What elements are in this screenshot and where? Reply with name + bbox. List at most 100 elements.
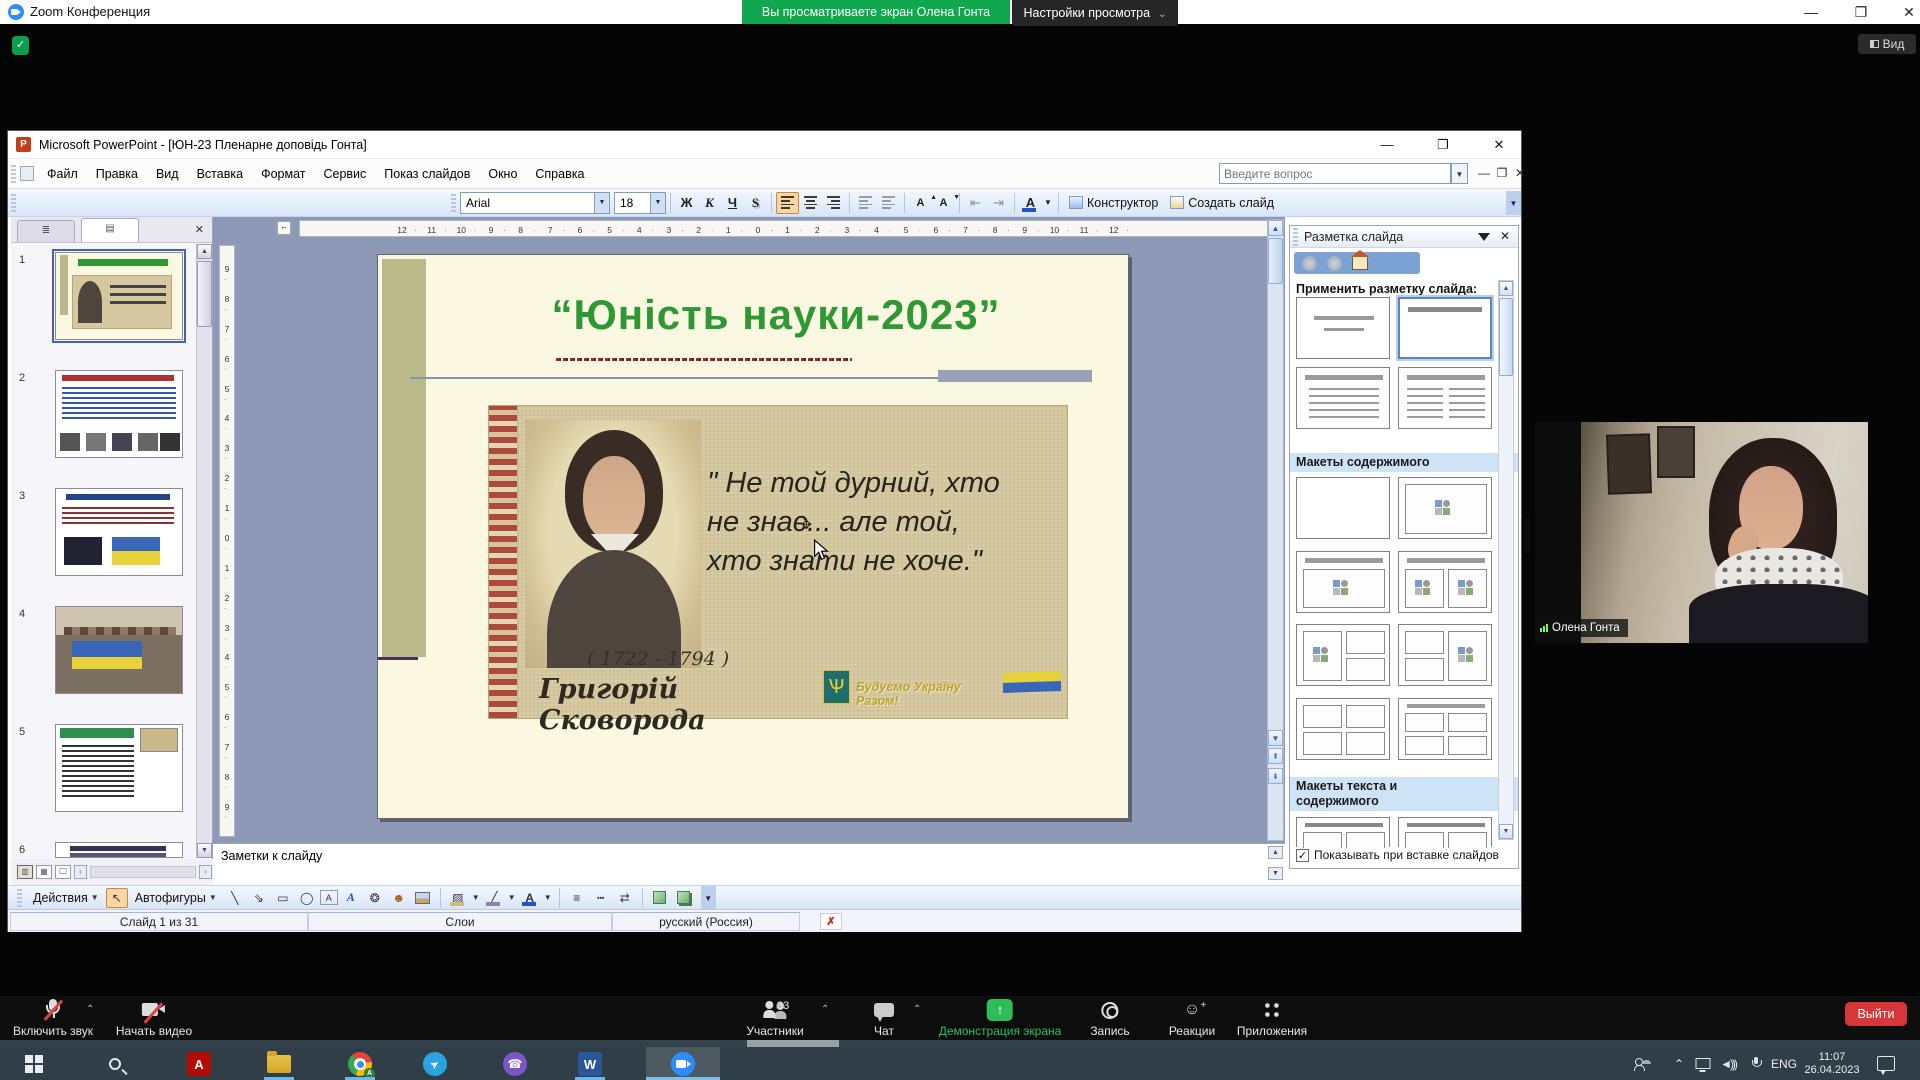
menu-6[interactable]: Сервис — [314, 163, 375, 185]
slide-title[interactable]: “Юність науки-2023” — [378, 291, 1128, 339]
taskbar-viber[interactable]: ☎ — [502, 1051, 528, 1077]
menu-5[interactable]: Формат — [252, 163, 314, 185]
view-settings-button[interactable]: Настройки просмотра⌄ — [1012, 0, 1178, 26]
new-slide-button[interactable]: Создать слайд — [1164, 192, 1280, 214]
menu-2[interactable]: Правка — [87, 163, 147, 185]
slide-sorter-view-button[interactable]: ▦ — [36, 865, 52, 879]
leave-button[interactable]: Выйти — [1845, 1002, 1907, 1026]
normal-view-button[interactable]: ▥ — [17, 865, 33, 879]
taskbar-word[interactable]: W — [577, 1051, 603, 1077]
shadow-style-button[interactable] — [649, 888, 671, 908]
layout-content-variant[interactable] — [1296, 624, 1390, 686]
layout-title-content[interactable] — [1296, 551, 1390, 613]
layout-content[interactable] — [1398, 477, 1492, 539]
chat-button[interactable]: Чат — [874, 999, 894, 1038]
taskbar-acrobat[interactable]: A — [186, 1051, 212, 1077]
scrollbar-thumb[interactable] — [1268, 238, 1283, 284]
font-color-button[interactable]: A — [519, 888, 541, 908]
shadow-button[interactable]: S — [744, 192, 767, 214]
increase-indent-button[interactable]: ⇥ — [987, 192, 1010, 214]
oval-tool-button[interactable]: ◯ — [296, 888, 318, 908]
increase-font-button[interactable]: A▲ — [909, 192, 932, 214]
3d-style-button[interactable] — [673, 888, 695, 908]
back-icon[interactable] — [1302, 256, 1317, 271]
decrease-font-button[interactable]: A▼ — [932, 192, 955, 214]
select-objects-button[interactable]: ↖ — [106, 888, 128, 908]
taskbar-telegram[interactable]: ➤ — [422, 1051, 448, 1077]
notes-placeholder[interactable]: Заметки к слайду — [221, 849, 322, 863]
insert-picture-button[interactable] — [412, 888, 434, 908]
participants-button[interactable]: 33 Участники — [746, 999, 803, 1038]
arrow-tool-button[interactable]: ⇘ — [248, 888, 270, 908]
next-slide-button[interactable]: ⇟ — [1268, 768, 1283, 784]
scroll-up-button[interactable]: ▲ — [1499, 281, 1513, 296]
start-video-button[interactable]: Начать видео — [116, 999, 192, 1038]
align-left-button[interactable] — [776, 192, 799, 214]
apps-button[interactable]: Приложения — [1237, 999, 1307, 1038]
notification-center-icon[interactable] — [1877, 1047, 1895, 1080]
window-edge-handle[interactable] — [1524, 518, 1531, 554]
tray-clock[interactable]: 11:07 26.04.2023 — [1804, 1047, 1859, 1080]
layout-content-variant[interactable] — [1398, 624, 1492, 686]
bold-button[interactable]: Ж — [675, 192, 698, 214]
home-icon[interactable] — [1352, 256, 1368, 270]
start-button[interactable] — [21, 1051, 47, 1077]
toolbar-overflow-button[interactable]: ▼ — [701, 886, 716, 910]
scrollbar-thumb[interactable] — [197, 261, 212, 327]
font-name-combo[interactable]: Arial▼ — [460, 192, 610, 214]
skovoroda-banner-image[interactable]: " Не той дурний, хто не знає... але той,… — [488, 405, 1068, 719]
design-template-name[interactable]: Слои — [308, 912, 612, 931]
webcam-video[interactable]: Олена Гонта — [1535, 422, 1868, 643]
scroll-down-button[interactable]: ▼ — [1499, 824, 1513, 839]
taskbar-chrome[interactable]: A — [347, 1051, 373, 1077]
menu-7[interactable]: Показ слайдов — [375, 163, 479, 185]
layout-text-content[interactable] — [1296, 817, 1390, 847]
numbered-list-button[interactable] — [854, 192, 877, 214]
audio-options-chevron[interactable]: ⌃ — [86, 1004, 94, 1015]
font-color-button[interactable]: A — [1019, 192, 1042, 214]
ppt-minimize-button[interactable]: — — [1370, 135, 1404, 155]
reactions-button[interactable]: ☺ Реакции — [1169, 999, 1215, 1038]
dash-style-button[interactable]: ┅ — [590, 888, 612, 908]
unmute-button[interactable]: Включить звук — [13, 999, 93, 1038]
pane-scrollbar[interactable]: ▲ ▼ — [1498, 280, 1514, 840]
layout-four-content-title[interactable] — [1398, 698, 1492, 760]
pane-close-icon[interactable]: ✕ — [1500, 229, 1510, 243]
decrease-indent-button[interactable]: ⇤ — [964, 192, 987, 214]
line-color-dropdown-icon[interactable]: ▼ — [507, 888, 517, 908]
zoom-view-button[interactable]: Вид — [1858, 34, 1916, 54]
close-pane-icon[interactable]: ✕ — [195, 223, 204, 236]
layout-four-content[interactable] — [1296, 698, 1390, 760]
question-dropdown-icon[interactable]: ▼ — [1451, 163, 1468, 184]
outline-tab[interactable]: ≣ — [17, 220, 75, 242]
vertical-scrollbar[interactable]: ▲ ▼ ⇞ ⇟ — [1267, 219, 1284, 841]
menu-8[interactable]: Окно — [479, 163, 526, 185]
slide-canvas[interactable]: “Юність науки-2023” " Не той дурний, хто… — [377, 254, 1129, 819]
layout-title-only-selected[interactable] — [1398, 297, 1492, 359]
toolbar-overflow-button[interactable]: ▼ — [1506, 191, 1521, 215]
question-box[interactable] — [1219, 163, 1451, 184]
notes-scrollbar[interactable]: ▲▼ — [1268, 846, 1283, 884]
tray-people-icon[interactable] — [1634, 1047, 1652, 1080]
scroll-right-button[interactable]: › — [199, 865, 212, 879]
font-color-dropdown-icon[interactable]: ▼ — [543, 888, 553, 908]
ppt-close-button[interactable]: ✕ — [1482, 135, 1516, 155]
tray-mic-icon[interactable] — [1751, 1047, 1761, 1080]
previous-slide-button[interactable]: ⇞ — [1268, 748, 1283, 764]
tray-expand-chevron[interactable]: ⌃ — [1674, 1047, 1684, 1080]
underline-button[interactable]: Ч — [721, 192, 744, 214]
doc-restore-button[interactable]: ❐ — [1492, 165, 1512, 182]
show-on-insert-checkbox[interactable]: ✓ Показывать при вставке слайдов — [1296, 848, 1499, 862]
line-tool-button[interactable]: ╲ — [224, 888, 246, 908]
close-button[interactable]: ✕ — [1894, 2, 1920, 22]
language-indicator[interactable]: русский (Россия) — [612, 912, 800, 931]
tab-selector-icon[interactable]: ⌐ — [277, 221, 291, 235]
layout-content-text[interactable] — [1398, 817, 1492, 847]
menu-3[interactable]: Вид — [147, 163, 188, 185]
fill-color-dropdown-icon[interactable]: ▼ — [471, 888, 481, 908]
record-button[interactable]: Запись — [1090, 999, 1129, 1038]
scroll-up-button[interactable]: ▲ — [197, 244, 212, 259]
align-right-button[interactable] — [822, 192, 845, 214]
taskbar-explorer[interactable] — [266, 1051, 292, 1077]
align-center-button[interactable] — [799, 192, 822, 214]
